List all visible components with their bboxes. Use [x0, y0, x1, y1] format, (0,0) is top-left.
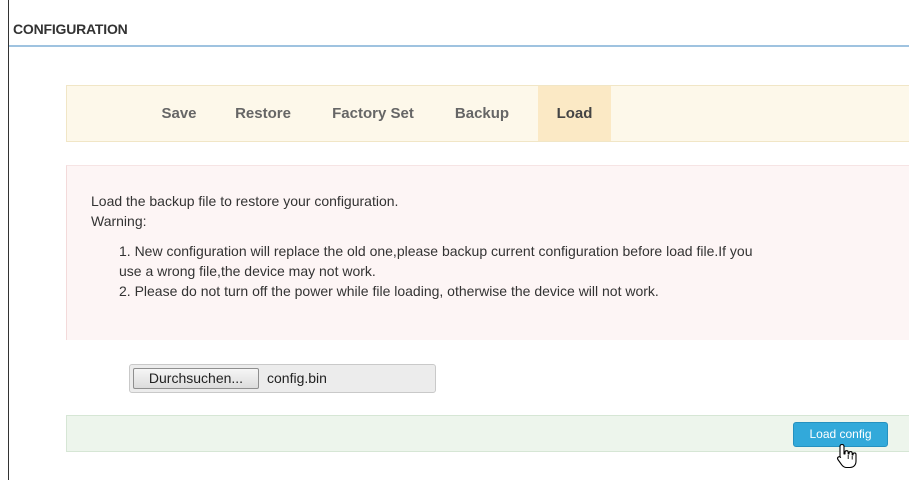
action-bar: Load config	[66, 415, 909, 452]
warning-item-1: 1. New configuration will replace the ol…	[119, 243, 753, 259]
warning-label: Warning:	[91, 213, 147, 229]
tab-factory-set[interactable]: Factory Set	[325, 86, 421, 141]
tab-save[interactable]: Save	[155, 86, 203, 141]
notice-intro: Load the backup file to restore your con…	[91, 193, 399, 209]
tab-restore[interactable]: Restore	[227, 86, 299, 141]
load-warning-notice: Load the backup file to restore your con…	[66, 165, 909, 340]
title-divider	[9, 45, 909, 47]
tab-load[interactable]: Load	[538, 86, 611, 141]
configuration-panel: CONFIGURATION Save Restore Factory Set B…	[8, 0, 909, 480]
page-title: CONFIGURATION	[13, 21, 128, 37]
browse-button[interactable]: Durchsuchen...	[133, 368, 259, 389]
tab-backup[interactable]: Backup	[449, 86, 515, 141]
config-tab-bar: Save Restore Factory Set Backup Load	[66, 85, 909, 142]
warning-item-2: 2. Please do not turn off the power whil…	[119, 283, 659, 299]
hand-pointer-icon	[837, 443, 857, 469]
warning-item-1-continued: use a wrong file,the device may not work…	[119, 263, 376, 279]
config-file-input[interactable]: Durchsuchen... config.bin	[129, 364, 436, 393]
selected-file-name: config.bin	[267, 370, 327, 386]
